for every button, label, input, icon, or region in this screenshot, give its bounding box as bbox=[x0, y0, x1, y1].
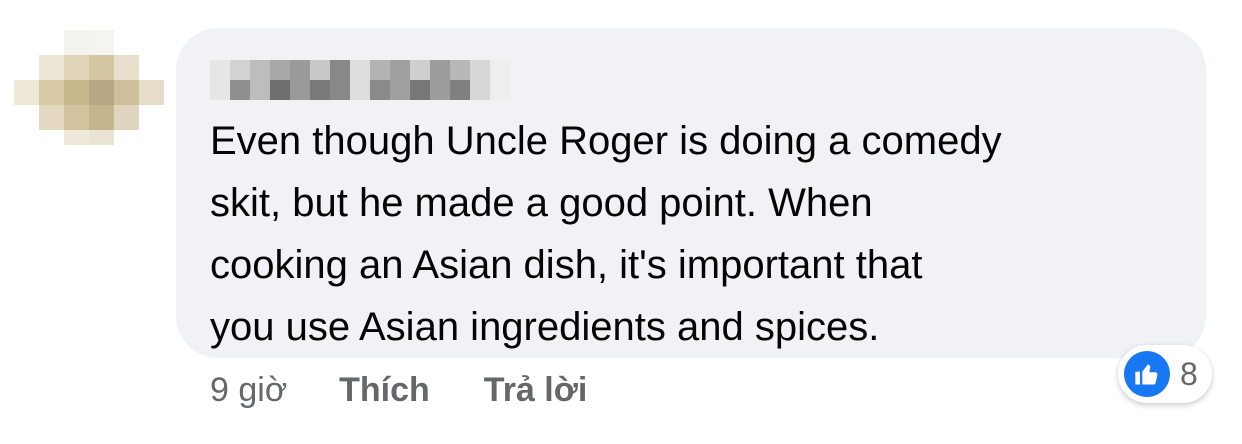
comment-text: Even though Uncle Roger is doing a comed… bbox=[210, 119, 1002, 349]
avatar[interactable] bbox=[14, 30, 164, 145]
comment-actions: 9 giờ Thích Trả lời bbox=[210, 368, 641, 412]
like-button[interactable]: Thích bbox=[339, 371, 430, 410]
comment-timestamp[interactable]: 9 giờ bbox=[210, 371, 287, 410]
reply-button[interactable]: Trả lời bbox=[484, 371, 588, 410]
reaction-count: 8 bbox=[1180, 355, 1198, 392]
comment-bubble: Even though Uncle Roger is doing a comed… bbox=[176, 28, 1206, 358]
reaction-badge[interactable]: 8 bbox=[1118, 345, 1212, 403]
like-thumbs-up-icon bbox=[1124, 351, 1170, 397]
author-name-pixelated[interactable] bbox=[210, 50, 510, 110]
